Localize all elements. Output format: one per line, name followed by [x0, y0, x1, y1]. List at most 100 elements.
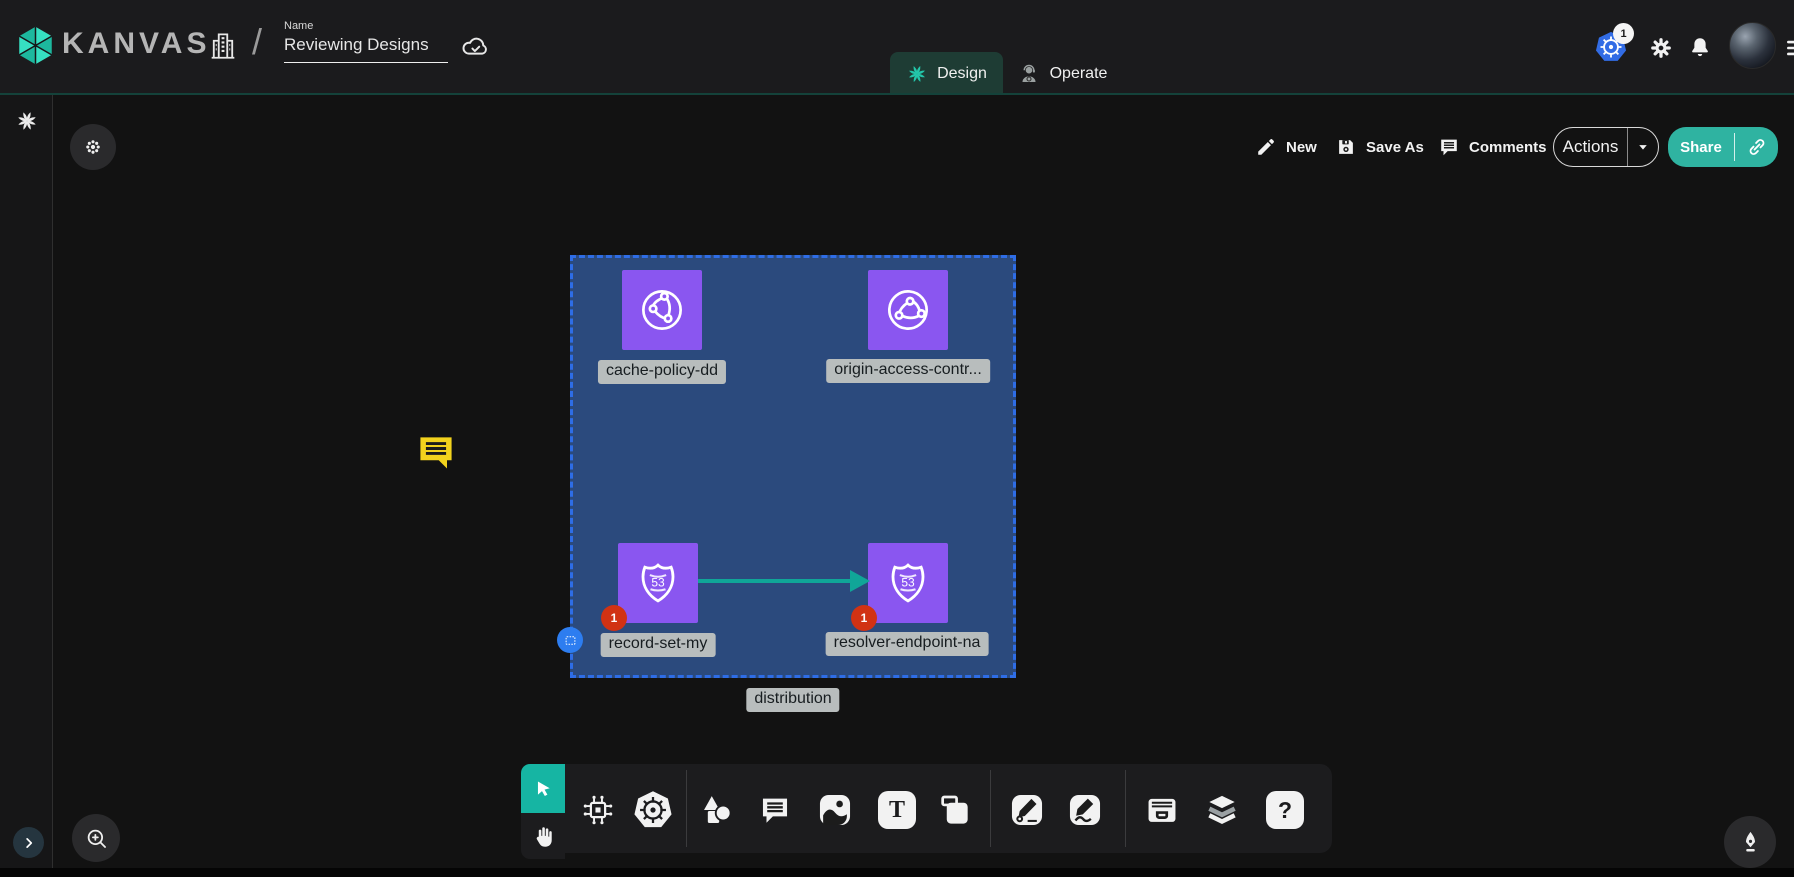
pan-tool-button[interactable]	[521, 813, 565, 859]
pen-tool-icon	[1008, 791, 1046, 829]
new-button-label: New	[1286, 139, 1317, 156]
group-handle[interactable]	[557, 627, 583, 653]
node-label-origin-access[interactable]: origin-access-contr...	[826, 359, 990, 383]
help-icon: ?	[1266, 791, 1304, 829]
node-record-set[interactable]: 53	[618, 543, 698, 623]
chip-circuit-icon	[579, 791, 617, 829]
shapes-tool-button[interactable]	[698, 791, 736, 829]
pen-path-tool-button[interactable]	[1008, 791, 1046, 829]
cloudfront-globe-icon	[880, 282, 936, 338]
dock-divider	[1125, 770, 1126, 847]
kubernetes-tool-button[interactable]	[632, 789, 674, 831]
share-split-button[interactable]: Share	[1668, 127, 1778, 167]
save-as-label: Save As	[1366, 139, 1424, 156]
magnifier-plus-icon	[83, 825, 110, 852]
kanvas-logo-icon[interactable]	[13, 23, 58, 68]
canvas-comment-marker[interactable]	[413, 430, 459, 474]
dock-divider	[686, 770, 687, 847]
actions-split-button[interactable]: Actions	[1553, 127, 1659, 167]
copy-link-button[interactable]	[1735, 127, 1778, 167]
app-header: KANVAS / Name Reviewing Designs Design O…	[0, 0, 1794, 95]
dashed-square-icon	[563, 633, 578, 648]
route53-shield-icon	[883, 558, 933, 608]
menu-hamburger-icon[interactable]	[1784, 35, 1794, 61]
pencil-new-icon	[1255, 136, 1277, 158]
actions-dropdown-toggle[interactable]	[1628, 128, 1658, 166]
bottom-dock: T ?	[565, 764, 1332, 853]
brand-name: KANVAS	[62, 27, 210, 61]
save-as-button[interactable]: Save As	[1335, 127, 1424, 167]
canvas-settings-button[interactable]	[70, 124, 116, 170]
notifications-bell-icon[interactable]	[1687, 35, 1713, 61]
cloud-saved-icon	[460, 31, 491, 62]
design-name-field[interactable]: Name Reviewing Designs	[284, 20, 448, 63]
design-tab-icon	[906, 63, 928, 85]
zoom-in-button[interactable]	[72, 814, 120, 862]
node-origin-access[interactable]	[868, 270, 948, 350]
help-button[interactable]: ?	[1266, 791, 1304, 829]
dock-divider	[990, 770, 991, 847]
components-tool-button[interactable]	[579, 791, 617, 829]
node-resolver-endpoint[interactable]: 53	[868, 543, 948, 623]
cursor-arrow-icon	[532, 778, 554, 800]
organization-icon[interactable]	[206, 28, 240, 62]
tab-operate[interactable]: Operate	[1006, 52, 1118, 95]
comment-bubble-icon	[758, 793, 792, 827]
tab-design[interactable]: Design	[890, 52, 1003, 95]
image-icon	[816, 791, 854, 829]
chevron-right-icon	[20, 834, 38, 852]
route53-shield-icon	[633, 558, 683, 608]
pen-nib-icon	[1737, 829, 1764, 856]
settings-gear-icon[interactable]	[1648, 35, 1674, 61]
share-label[interactable]: Share	[1668, 127, 1734, 167]
layers-icon	[1202, 790, 1242, 830]
cloudfront-globe-icon	[636, 284, 688, 336]
design-name-value[interactable]: Reviewing Designs	[284, 35, 448, 55]
issue-badge-record-set[interactable]: 1	[601, 605, 627, 631]
left-sidebar	[0, 95, 53, 877]
operate-tab-icon	[1017, 62, 1041, 86]
comments-label: Comments	[1469, 139, 1547, 156]
note-section-icon	[936, 791, 974, 829]
node-label-resolver[interactable]: resolver-endpoint-na	[826, 632, 989, 656]
comment-bubble-icon	[1438, 136, 1460, 158]
name-field-label: Name	[284, 20, 448, 32]
node-label-cache-policy[interactable]: cache-policy-dd	[598, 360, 726, 384]
freehand-tool-button[interactable]	[1066, 791, 1104, 829]
dock-tool-column	[521, 764, 565, 859]
sidebar-expand-button[interactable]	[13, 827, 44, 858]
caret-down-icon	[1634, 138, 1652, 156]
floppy-save-icon	[1335, 136, 1357, 158]
tab-operate-label: Operate	[1050, 65, 1108, 83]
helm-wheel-icon	[632, 789, 674, 831]
edge-arrowhead	[850, 570, 870, 592]
comments-button[interactable]: Comments	[1438, 127, 1547, 167]
edge-record-to-resolver[interactable]	[698, 579, 850, 583]
new-button[interactable]: New	[1255, 127, 1317, 167]
group-label-distribution[interactable]: distribution	[746, 688, 839, 712]
actions-label[interactable]: Actions	[1554, 128, 1627, 166]
issue-badge-resolver[interactable]: 1	[851, 605, 877, 631]
window-bottom-strip	[0, 868, 1794, 877]
hand-icon	[530, 823, 557, 850]
section-tool-button[interactable]	[936, 791, 974, 829]
node-label-record-set[interactable]: record-set-my	[601, 633, 716, 657]
notification-count-badge: 1	[1613, 23, 1634, 44]
meshery-pinwheel-icon[interactable]	[15, 109, 39, 133]
user-avatar[interactable]	[1729, 22, 1776, 69]
text-tool-icon: T	[878, 791, 916, 829]
layers-button[interactable]	[1202, 790, 1242, 830]
node-cache-policy[interactable]	[622, 270, 702, 350]
select-tool-button[interactable]	[521, 764, 565, 813]
drawer-icon	[1143, 791, 1181, 829]
breadcrumb-separator: /	[252, 21, 262, 63]
archive-drawer-button[interactable]	[1143, 791, 1181, 829]
media-tool-button[interactable]	[816, 791, 854, 829]
tab-design-label: Design	[937, 65, 987, 83]
pen-mode-button[interactable]	[1724, 816, 1776, 868]
text-tool-button[interactable]: T	[878, 791, 916, 829]
pencil-scribble-icon	[1066, 791, 1104, 829]
burst-settings-icon	[82, 136, 104, 158]
shapes-icon	[698, 791, 736, 829]
comment-tool-button[interactable]	[758, 793, 792, 827]
